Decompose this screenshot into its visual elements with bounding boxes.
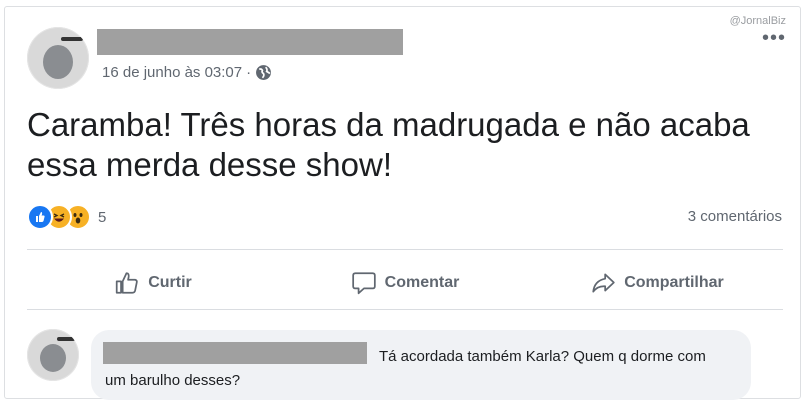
share-icon (592, 273, 615, 293)
comments-count-link[interactable]: 3 comentários (688, 208, 782, 225)
divider-bottom (27, 309, 783, 310)
divider-top (27, 249, 783, 250)
more-options-icon[interactable]: ••• (762, 28, 786, 48)
share-button[interactable]: Compartilhar (531, 259, 783, 307)
share-button-label: Compartilhar (624, 274, 724, 291)
comment-bubble: Tá acordada também Karla? Quem q dorme c… (91, 330, 751, 400)
post-meta: 16 de junho às 03:07 · (102, 64, 272, 81)
avatar-blur (43, 45, 73, 79)
post-actions: Curtir Comentar Compartilhar (27, 259, 783, 307)
reactions-summary[interactable]: 5 (27, 204, 106, 230)
like-reaction-icon (27, 204, 53, 230)
meta-separator: · (246, 64, 252, 81)
avatar-detail (61, 37, 83, 41)
author-name-redacted[interactable] (97, 29, 403, 55)
like-button-label: Curtir (148, 274, 192, 291)
watermark: @JornalBiz (729, 15, 786, 27)
comment-text: Tá acordada também Karla? Quem q dorme c… (105, 348, 706, 389)
author-avatar[interactable] (27, 27, 89, 89)
thumbs-up-icon (116, 272, 138, 294)
post-timestamp[interactable]: 16 de junho às 03:07 (102, 64, 242, 81)
globe-icon[interactable] (255, 64, 272, 81)
avatar-blur (40, 344, 66, 372)
comment-button[interactable]: Comentar (279, 259, 531, 307)
post-card: 16 de junho às 03:07 · @JornalBiz ••• Ca… (4, 6, 801, 400)
comment-icon (351, 272, 376, 295)
post-text: Caramba! Três horas da madrugada e não a… (27, 106, 750, 183)
commenter-avatar[interactable] (27, 329, 79, 381)
like-button[interactable]: Curtir (27, 259, 279, 307)
comment-button-label: Comentar (384, 274, 460, 291)
reaction-count: 5 (98, 208, 107, 226)
avatar-detail (57, 337, 75, 341)
